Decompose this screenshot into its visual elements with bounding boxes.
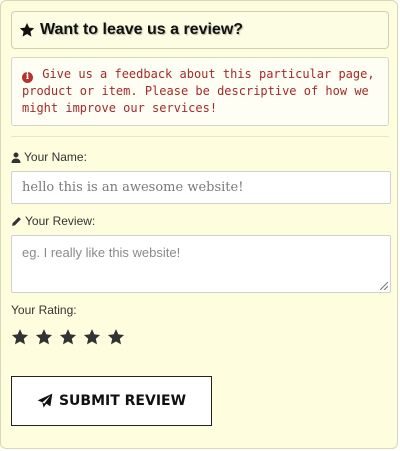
review-panel: Want to leave us a review? i Give us a f…: [0, 0, 398, 449]
star-icon: [19, 23, 35, 37]
notice-line-3: might improve our services!: [22, 101, 218, 115]
review-placeholder: eg. I really like this website!: [22, 245, 181, 260]
info-circle-icon: i: [22, 72, 33, 83]
name-input[interactable]: hello this is an awesome website!: [11, 171, 391, 204]
star-icon-1[interactable]: [11, 328, 29, 346]
notice-line-2: product or item. Please be descriptive o…: [22, 84, 369, 98]
name-label: Your Name:: [11, 150, 87, 164]
star-icon-4[interactable]: [83, 328, 101, 346]
feedback-notice: i Give us a feedback about this particul…: [11, 57, 389, 126]
review-label: Your Review:: [11, 214, 95, 228]
user-icon: [11, 152, 21, 163]
review-header: Want to leave us a review?: [11, 11, 389, 49]
rating-stars: [11, 328, 131, 346]
divider: [11, 136, 389, 137]
submit-review-button[interactable]: SUBMIT REVIEW: [11, 376, 212, 426]
paper-plane-icon: [37, 393, 53, 408]
rating-label: Your Rating:: [11, 303, 77, 317]
pencil-icon: [12, 216, 21, 226]
resize-grip-icon[interactable]: [380, 282, 388, 290]
review-textarea[interactable]: eg. I really like this website!: [11, 235, 391, 293]
star-icon-5[interactable]: [107, 328, 125, 346]
star-icon-3[interactable]: [59, 328, 77, 346]
notice-line-1: i Give us a feedback about this particul…: [22, 66, 378, 83]
star-icon-2[interactable]: [35, 328, 53, 346]
page-title: Want to leave us a review?: [40, 21, 244, 38]
submit-label: SUBMIT REVIEW: [58, 393, 187, 409]
